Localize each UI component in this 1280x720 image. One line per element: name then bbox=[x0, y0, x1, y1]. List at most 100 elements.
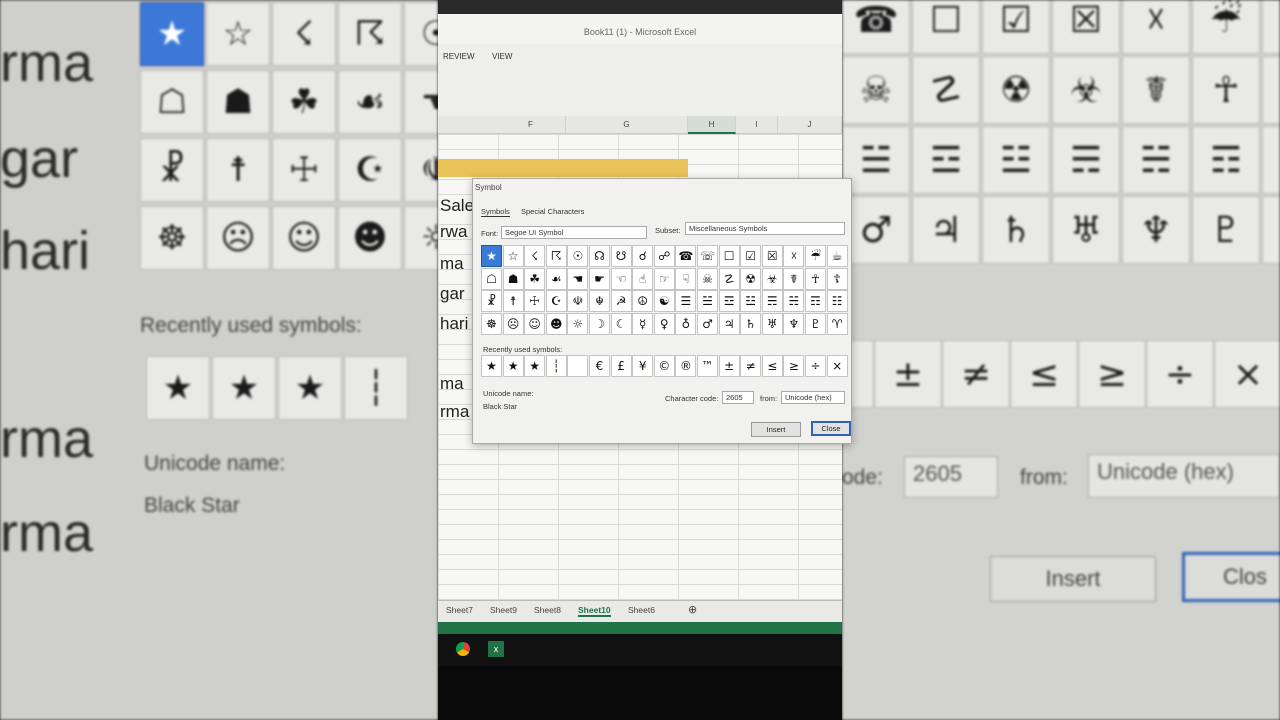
symbol-cell[interactable]: ☢ bbox=[740, 267, 762, 290]
symbol-cell[interactable]: ☬ bbox=[589, 290, 610, 313]
recent-symbol-cell[interactable]: ★ bbox=[524, 355, 546, 377]
symbol-cell[interactable]: ☕ bbox=[826, 245, 848, 267]
symbol-cell[interactable]: ☧ bbox=[481, 290, 502, 313]
font-select[interactable]: Segoe UI Symbol bbox=[501, 226, 647, 239]
recent-symbol-cell[interactable]: ≥ bbox=[783, 355, 805, 377]
symbol-cell[interactable]: ♄ bbox=[740, 312, 762, 335]
symbol-cell[interactable]: ☋ bbox=[610, 245, 632, 267]
symbol-cell[interactable]: ♁ bbox=[675, 312, 697, 335]
cell-text[interactable]: hari bbox=[440, 314, 468, 334]
symbol-cell[interactable]: ☎ bbox=[675, 245, 697, 267]
tab-view[interactable]: VIEW bbox=[492, 52, 512, 61]
cell-text[interactable]: ma bbox=[440, 374, 464, 394]
excel-icon[interactable]: x bbox=[488, 641, 504, 657]
symbol-cell[interactable]: ♀ bbox=[653, 312, 675, 335]
symbol-cell[interactable]: ☣ bbox=[761, 267, 783, 290]
cell-text[interactable]: gar bbox=[440, 284, 465, 304]
symbol-cell[interactable]: ☺ bbox=[524, 312, 546, 335]
recent-symbol-cell[interactable]: ± bbox=[718, 355, 740, 377]
cell-text[interactable]: ma bbox=[440, 254, 464, 274]
column-header-h[interactable]: H bbox=[688, 116, 736, 134]
symbol-cell[interactable]: ☏ bbox=[697, 245, 718, 267]
symbol-cell[interactable]: ♂ bbox=[697, 312, 718, 335]
recent-symbol-cell[interactable]: ™ bbox=[697, 355, 718, 377]
sheet-tab[interactable]: Sheet6 bbox=[628, 605, 655, 615]
symbol-cell[interactable]: ☻ bbox=[545, 312, 567, 335]
symbol-cell[interactable]: ☐ bbox=[718, 245, 740, 267]
symbol-cell[interactable]: ☸ bbox=[481, 312, 502, 335]
from-select[interactable]: Unicode (hex) bbox=[781, 391, 845, 404]
symbol-cell[interactable]: ♈ bbox=[826, 312, 848, 335]
symbol-cell[interactable]: ☦ bbox=[826, 267, 848, 290]
symbol-cell[interactable]: ★ bbox=[481, 245, 502, 267]
symbol-cell[interactable]: ♇ bbox=[805, 312, 826, 335]
symbol-cell[interactable]: ☥ bbox=[805, 267, 826, 290]
recent-symbol-cell[interactable]: ¥ bbox=[632, 355, 654, 377]
symbol-cell[interactable]: ♅ bbox=[761, 312, 783, 335]
symbol-cell[interactable]: ☞ bbox=[653, 267, 675, 290]
tab-symbols[interactable]: Symbols bbox=[481, 207, 510, 217]
column-header-g[interactable]: G bbox=[566, 116, 688, 134]
symbol-cell[interactable]: ♃ bbox=[718, 312, 740, 335]
recent-symbol-cell[interactable] bbox=[567, 355, 589, 377]
symbol-cell[interactable]: ☘ bbox=[524, 267, 546, 290]
symbol-cell[interactable]: ☾ bbox=[610, 312, 632, 335]
symbol-cell[interactable]: ☯ bbox=[653, 290, 675, 313]
column-header-f[interactable]: F bbox=[496, 116, 566, 134]
column-header-j[interactable]: J bbox=[778, 116, 842, 134]
symbol-cell[interactable]: ☔ bbox=[805, 245, 826, 267]
symbol-cell[interactable]: ☲ bbox=[718, 290, 740, 313]
symbol-cell[interactable]: ☗ bbox=[502, 267, 524, 290]
recent-symbol-cell[interactable]: ★ bbox=[481, 355, 502, 377]
symbol-cell[interactable]: ☤ bbox=[783, 267, 805, 290]
symbol-cell[interactable]: ☖ bbox=[481, 267, 502, 290]
symbol-cell[interactable]: ☵ bbox=[783, 290, 805, 313]
symbol-cell[interactable]: ☼ bbox=[567, 312, 589, 335]
symbol-cell[interactable]: ☊ bbox=[589, 245, 610, 267]
symbol-cell[interactable]: ☝ bbox=[632, 267, 654, 290]
symbol-cell[interactable]: ☚ bbox=[567, 267, 589, 290]
symbol-cell[interactable]: ☴ bbox=[761, 290, 783, 313]
symbol-cell[interactable]: ☩ bbox=[524, 290, 546, 313]
add-sheet-icon[interactable]: ⊕ bbox=[688, 603, 697, 616]
tab-review[interactable]: REVIEW bbox=[443, 52, 475, 61]
symbol-cell[interactable]: ☽ bbox=[589, 312, 610, 335]
symbol-cell[interactable]: ☿ bbox=[632, 312, 654, 335]
symbol-cell[interactable]: ☨ bbox=[502, 290, 524, 313]
recent-symbol-cell[interactable]: ┆ bbox=[545, 355, 567, 377]
sheet-tab[interactable]: Sheet7 bbox=[446, 605, 473, 615]
sheet-tab[interactable]: Sheet8 bbox=[534, 605, 561, 615]
symbol-cell[interactable]: ☷ bbox=[826, 290, 848, 313]
recent-symbol-cell[interactable]: ★ bbox=[502, 355, 524, 377]
symbol-cell[interactable]: ☜ bbox=[610, 267, 632, 290]
chrome-icon[interactable] bbox=[456, 642, 470, 656]
symbol-cell[interactable]: ☠ bbox=[697, 267, 718, 290]
symbol-cell[interactable]: ☙ bbox=[545, 267, 567, 290]
symbol-cell[interactable]: ♆ bbox=[783, 312, 805, 335]
insert-button[interactable]: Insert bbox=[751, 422, 801, 437]
recent-symbol-cell[interactable]: ≠ bbox=[740, 355, 762, 377]
symbol-cell[interactable]: ☟ bbox=[675, 267, 697, 290]
symbol-cell[interactable]: ☇ bbox=[524, 245, 546, 267]
symbol-cell[interactable]: ☭ bbox=[610, 290, 632, 313]
symbol-cell[interactable]: ☶ bbox=[805, 290, 826, 313]
recent-symbol-cell[interactable]: £ bbox=[610, 355, 632, 377]
recent-symbol-cell[interactable]: © bbox=[653, 355, 675, 377]
recent-symbol-cell[interactable]: ÷ bbox=[805, 355, 826, 377]
symbol-cell[interactable]: ☆ bbox=[502, 245, 524, 267]
symbol-cell[interactable]: ☍ bbox=[653, 245, 675, 267]
symbol-cell[interactable]: ☒ bbox=[761, 245, 783, 267]
symbol-cell[interactable]: ☳ bbox=[740, 290, 762, 313]
recent-symbol-cell[interactable]: ® bbox=[675, 355, 697, 377]
symbol-cell[interactable]: ☡ bbox=[718, 267, 740, 290]
symbol-cell[interactable]: ☰ bbox=[675, 290, 697, 313]
symbol-cell[interactable]: ☑ bbox=[740, 245, 762, 267]
close-button[interactable]: Close bbox=[811, 421, 851, 436]
symbol-cell[interactable]: ☌ bbox=[632, 245, 654, 267]
symbol-cell[interactable]: ☪ bbox=[545, 290, 567, 313]
symbol-cell[interactable]: ☉ bbox=[567, 245, 589, 267]
symbol-cell[interactable]: ☮ bbox=[632, 290, 654, 313]
symbol-cell[interactable]: ☛ bbox=[589, 267, 610, 290]
symbol-cell[interactable]: ☱ bbox=[697, 290, 718, 313]
tab-special-characters[interactable]: Special Characters bbox=[521, 207, 584, 216]
